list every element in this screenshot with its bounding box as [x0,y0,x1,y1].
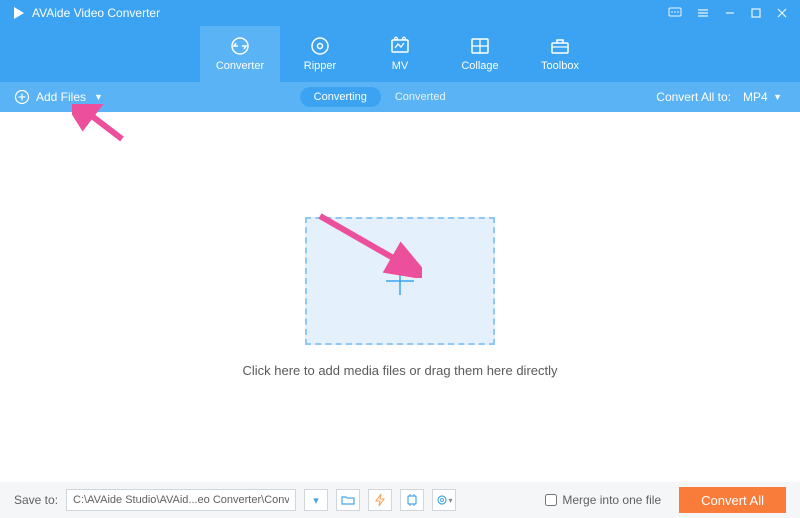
subbar: Add Files ▼ Converting Converted Convert… [0,82,800,112]
format-select[interactable]: MP4 [737,88,786,106]
gear-icon [436,494,448,506]
gpu-accel-button[interactable] [400,489,424,511]
chevron-down-icon: ▾ [449,496,453,505]
window-controls [668,7,788,19]
convert-all-format: Convert All to: MP4 ▼ [656,88,786,106]
status-pills: Converting Converted [300,87,460,107]
save-to-label: Save to: [14,493,58,507]
toolbox-icon [549,36,571,56]
plus-circle-icon [14,89,30,105]
collage-icon [469,36,491,56]
chip-icon [405,493,419,507]
lightning-icon [374,493,386,507]
plus-icon [380,261,420,301]
chevron-down-icon: ▾ [313,494,319,507]
add-files-label: Add Files [36,90,86,104]
folder-icon [341,494,355,506]
tab-label: Toolbox [541,60,579,72]
mv-icon [389,36,411,56]
chevron-down-icon: ▼ [94,92,103,102]
maximize-icon[interactable] [750,7,762,19]
main-tabbar: Converter Ripper MV Collage Toolbox [0,26,800,82]
pill-converting[interactable]: Converting [300,87,381,107]
high-speed-button[interactable] [368,489,392,511]
tab-converter[interactable]: Converter [200,26,280,82]
main-area: Click here to add media files or drag th… [0,112,800,482]
merge-checkbox-input[interactable] [545,494,557,506]
convert-all-button[interactable]: Convert All [679,487,786,513]
path-dropdown-button[interactable]: ▾ [304,489,328,511]
converter-icon [229,36,251,56]
close-icon[interactable] [776,7,788,19]
tab-label: Ripper [304,60,336,72]
pill-converted[interactable]: Converted [381,87,460,107]
menu-icon[interactable] [696,7,710,19]
merge-checkbox[interactable]: Merge into one file [545,493,661,507]
app-logo-icon [12,6,26,20]
dropzone-hint: Click here to add media files or drag th… [242,363,557,378]
app-title: AVAide Video Converter [32,6,668,20]
feedback-icon[interactable] [668,7,682,19]
tab-ripper[interactable]: Ripper [280,26,360,82]
tab-collage[interactable]: Collage [440,26,520,82]
save-path-input[interactable] [66,489,296,511]
ripper-icon [309,36,331,56]
titlebar: AVAide Video Converter [0,0,800,26]
add-media-dropzone[interactable] [305,217,495,345]
open-folder-button[interactable] [336,489,360,511]
tab-label: Collage [461,60,498,72]
merge-label: Merge into one file [562,493,661,507]
tab-label: Converter [216,60,264,72]
tab-toolbox[interactable]: Toolbox [520,26,600,82]
settings-dropdown-button[interactable]: ▾ [432,489,456,511]
tab-label: MV [392,60,409,72]
convert-all-label: Convert All to: [656,90,731,104]
footer-bar: Save to: ▾ ▾ Merge into one file Convert… [0,482,800,518]
add-files-button[interactable]: Add Files ▼ [14,89,103,105]
tab-mv[interactable]: MV [360,26,440,82]
minimize-icon[interactable] [724,7,736,19]
